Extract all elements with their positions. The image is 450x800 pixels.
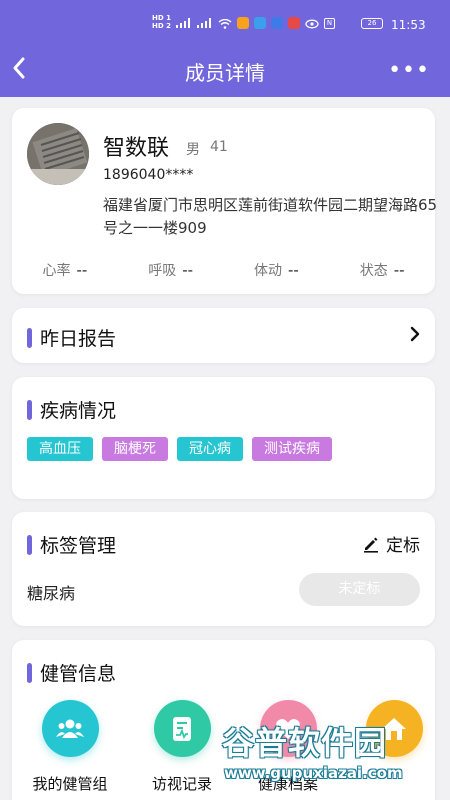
eye-icon [305, 18, 319, 29]
group-icon [41, 700, 99, 757]
disease-tag[interactable]: 脑梗死 [102, 437, 168, 461]
app-notification-icon [254, 17, 266, 29]
vital-respiration: 呼吸 -- [118, 260, 224, 280]
edit-pencil-icon [364, 537, 378, 553]
my-health-group-button[interactable]: 我的健管组 [20, 700, 120, 794]
function-label: 访视记录 [151, 775, 212, 793]
site-watermark: 谷普软件园 www.gupuxiazai.com [222, 718, 450, 800]
app-notification-icon [237, 17, 249, 29]
app-notification-icon [271, 17, 283, 29]
report-title: 昨日报告 [40, 328, 117, 350]
diagnosis-name: 糖尿病 [27, 584, 76, 603]
disease-tags: 高血压 脑梗死 冠心病 测试疾病 [27, 437, 332, 461]
profile-card: 智数联 男 41 1896040**** 福建省厦门市思明区莲前街道软件园二期望… [12, 108, 438, 294]
vital-label: 呼吸 [148, 263, 177, 279]
watermark-url: www.gupuxiazai.com [224, 764, 403, 782]
member-phone: 1896040**** [103, 167, 194, 183]
watermark-title: 谷普软件园 [222, 724, 388, 762]
vital-heart-rate: 心率 -- [12, 260, 118, 280]
vital-value: -- [76, 261, 88, 279]
avatar[interactable] [27, 123, 89, 185]
member-name: 智数联 [103, 136, 170, 161]
set-label-text: 定标 [386, 536, 420, 556]
record-icon [153, 700, 211, 757]
vital-value: -- [287, 261, 299, 279]
label-management-card: 标签管理 定标 糖尿病 未定标 [12, 512, 435, 626]
vital-label: 心率 [42, 263, 71, 279]
status-icons: N [176, 17, 335, 29]
member-age: 41 [210, 139, 228, 155]
disease-card: 疾病情况 高血压 脑梗死 冠心病 测试疾病 [12, 377, 435, 499]
chevron-right-icon [410, 326, 420, 342]
disease-tag[interactable]: 高血压 [27, 437, 93, 461]
visit-records-button[interactable]: 访视记录 [132, 700, 232, 794]
clock: 11:53 [391, 18, 426, 32]
vital-label: 状态 [359, 263, 388, 279]
sim-indicator: HD 1 HD 2 [152, 14, 171, 30]
vital-value: -- [182, 261, 194, 279]
section-title: 健管信息 [27, 659, 116, 686]
battery-indicator: 26 [361, 18, 383, 29]
section-accent-bar [27, 662, 32, 683]
app-notification-icon [288, 17, 300, 29]
more-options-button[interactable]: ••• [388, 58, 430, 83]
label-mgmt-title: 标签管理 [40, 535, 117, 557]
vitals-row: 心率 -- 呼吸 -- 体动 -- 状态 -- [12, 260, 435, 280]
section-title: 疾病情况 [27, 396, 116, 423]
signal-icon-2 [197, 18, 213, 28]
vital-value: -- [393, 261, 405, 279]
member-gender: 男 [186, 142, 200, 158]
disease-title: 疾病情况 [40, 400, 117, 422]
section-accent-bar [27, 327, 32, 348]
function-label: 我的健管组 [32, 775, 108, 793]
vital-status: 状态 -- [329, 260, 435, 280]
section-title: 昨日报告 [27, 324, 116, 351]
vital-label: 体动 [253, 263, 282, 279]
nfc-icon: N [324, 17, 335, 29]
wifi-icon [218, 18, 232, 29]
section-accent-bar [27, 399, 32, 420]
set-label-button[interactable]: 定标 [362, 531, 420, 556]
yesterday-report-row[interactable]: 昨日报告 [12, 308, 435, 363]
disease-tag[interactable]: 冠心病 [177, 437, 243, 461]
status-bar: HD 1 HD 2 N 26 11:53 [0, 0, 450, 40]
disease-tag[interactable]: 测试疾病 [252, 437, 332, 461]
app-header: HD 1 HD 2 N 26 11:53 成员详情 ••• [0, 0, 450, 97]
unlabeled-button[interactable]: 未定标 [299, 573, 420, 606]
page-title: 成员详情 [185, 61, 265, 85]
health-title: 健管信息 [40, 663, 117, 685]
section-title: 标签管理 [27, 531, 116, 558]
signal-icon [176, 18, 192, 28]
vital-body-movement: 体动 -- [224, 260, 330, 280]
member-address: 福建省厦门市思明区莲前街道软件园二期望海路65号之一一楼909 [103, 196, 438, 237]
navigation-bar: 成员详情 ••• [0, 46, 450, 92]
section-accent-bar [27, 534, 32, 555]
